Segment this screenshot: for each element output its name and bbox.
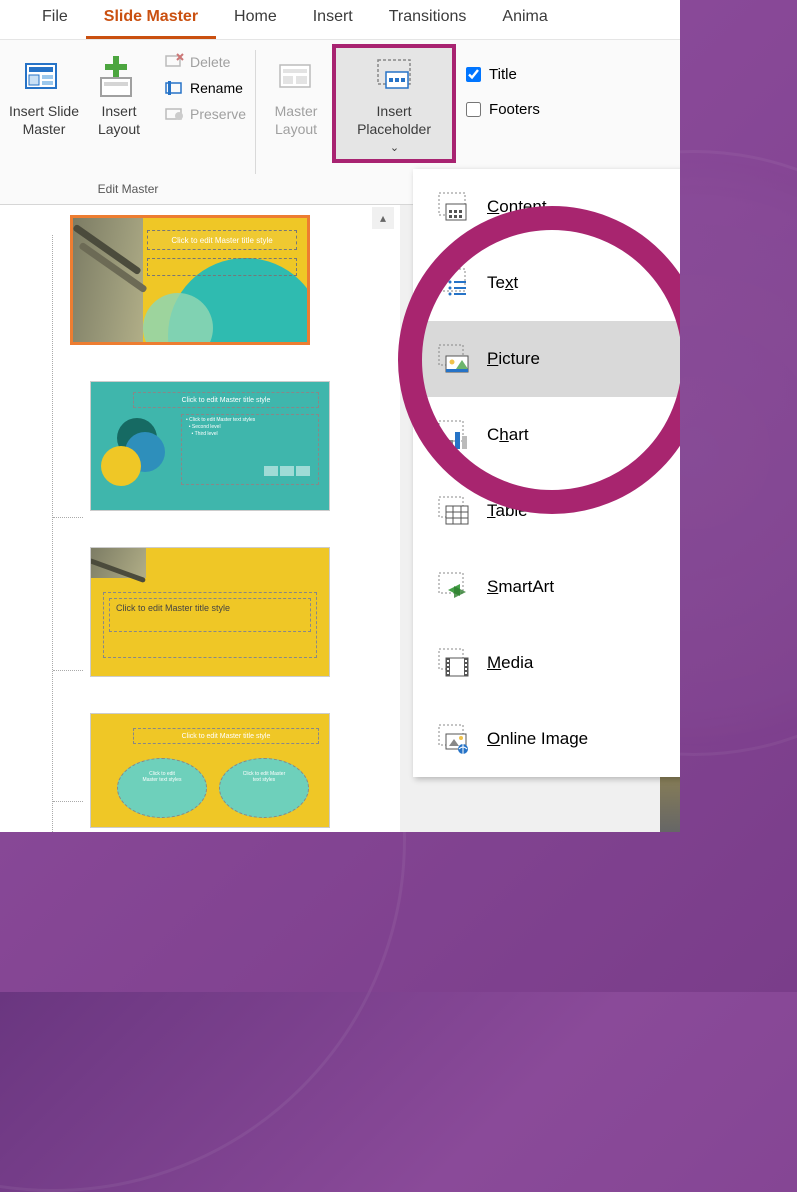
rename-label: Rename: [190, 80, 243, 96]
menu-item-table[interactable]: Table: [413, 473, 680, 549]
rename-button[interactable]: Rename: [158, 76, 252, 100]
title-checkbox[interactable]: Title: [466, 66, 540, 83]
tab-slide-master[interactable]: Slide Master: [86, 0, 216, 39]
powerpoint-window: File Slide Master Home Insert Transition…: [0, 0, 680, 832]
group-label-edit-master: Edit Master: [4, 182, 252, 200]
insert-slide-master-button[interactable]: Insert Slide Master: [4, 46, 84, 142]
label-line1: Insert Slide: [9, 102, 79, 120]
label-line2: Master: [23, 120, 66, 138]
insert-layout-button[interactable]: Insert Layout: [86, 46, 152, 142]
chevron-down-icon: ⌄: [390, 142, 399, 154]
thumb-title-placeholder: Click to edit Master title style: [133, 728, 319, 744]
thumb-content-placeholder: Click to editMaster text styles: [117, 758, 207, 818]
label-line2: Layout: [98, 120, 140, 138]
smartart-icon: [435, 569, 471, 605]
rename-icon: [164, 78, 184, 98]
menu-item-chart[interactable]: Chart: [413, 397, 680, 473]
tab-insert[interactable]: Insert: [295, 0, 371, 39]
delete-icon: [164, 52, 184, 72]
thumb-body-placeholder: • Click to edit Master text styles • Sec…: [181, 414, 319, 485]
delete-button: Delete: [158, 50, 252, 74]
thumb-content-placeholder: Click to edit Mastertext styles: [219, 758, 309, 818]
title-checkbox-label: Title: [489, 66, 517, 83]
delete-label: Delete: [190, 54, 230, 70]
group-edit-master: Insert Slide Master Insert Layout: [0, 40, 256, 204]
thumbnails-pane: ▴ Click to edit Master title style Click…: [0, 205, 400, 832]
master-layout-button: Master Layout: [260, 46, 332, 142]
tree-line: [52, 235, 53, 832]
tab-home[interactable]: Home: [216, 0, 295, 39]
text-icon: [435, 265, 471, 301]
label-line2: Placeholder ⌄: [357, 120, 431, 157]
menu-item-online-image[interactable]: Online Image: [413, 701, 680, 777]
thumb-title-placeholder: Click to edit Master title style: [133, 392, 319, 408]
table-icon: [435, 493, 471, 529]
layout-thumbnail-2[interactable]: Click to edit Master title style: [90, 547, 330, 677]
menu-item-text[interactable]: Text: [413, 245, 680, 321]
tab-file[interactable]: File: [24, 0, 86, 39]
label-line1: Insert: [377, 102, 412, 120]
label-line2: Layout: [275, 120, 317, 138]
content-icon: [435, 189, 471, 225]
menu-item-picture[interactable]: Picture: [413, 321, 680, 397]
label-line1: Insert: [101, 102, 136, 120]
media-icon: [435, 645, 471, 681]
label-line1: Master: [275, 102, 318, 120]
insert-placeholder-button[interactable]: Insert Placeholder ⌄: [334, 46, 454, 161]
ribbon-tabs: File Slide Master Home Insert Transition…: [0, 0, 680, 40]
thumb-title-placeholder: Click to edit Master title style: [109, 598, 311, 632]
insert-placeholder-icon: [372, 50, 416, 102]
tab-animations-partial[interactable]: Anima: [484, 0, 565, 39]
master-layout-icon: [277, 50, 315, 102]
insert-placeholder-dropdown: Content Text: [413, 169, 680, 777]
insert-slide-master-icon: [22, 50, 66, 102]
scroll-up-button[interactable]: ▴: [372, 207, 394, 229]
master-thumbnail[interactable]: Click to edit Master title style: [70, 215, 310, 345]
online-image-icon: [435, 721, 471, 757]
footers-checkbox-label: Footers: [489, 101, 540, 118]
menu-item-content[interactable]: Content: [413, 169, 680, 245]
preserve-icon: [164, 104, 184, 124]
chart-icon: [435, 417, 471, 453]
preserve-label: Preserve: [190, 106, 246, 122]
footers-checkbox[interactable]: Footers: [466, 101, 540, 118]
preserve-button: Preserve: [158, 102, 252, 126]
menu-item-smartart[interactable]: SmartArt: [413, 549, 680, 625]
footers-checkbox-input[interactable]: [466, 102, 481, 117]
tab-transitions[interactable]: Transitions: [371, 0, 485, 39]
menu-item-media[interactable]: Media: [413, 625, 680, 701]
picture-icon: [435, 341, 471, 377]
thumb-title-placeholder: Click to edit Master title style: [147, 230, 297, 250]
layout-thumbnail-3[interactable]: Click to edit Master title style Click t…: [90, 713, 330, 828]
layout-thumbnail-1[interactable]: Click to edit Master title style • Click…: [90, 381, 330, 511]
title-checkbox-input[interactable]: [466, 67, 481, 82]
insert-layout-icon: [97, 50, 141, 102]
